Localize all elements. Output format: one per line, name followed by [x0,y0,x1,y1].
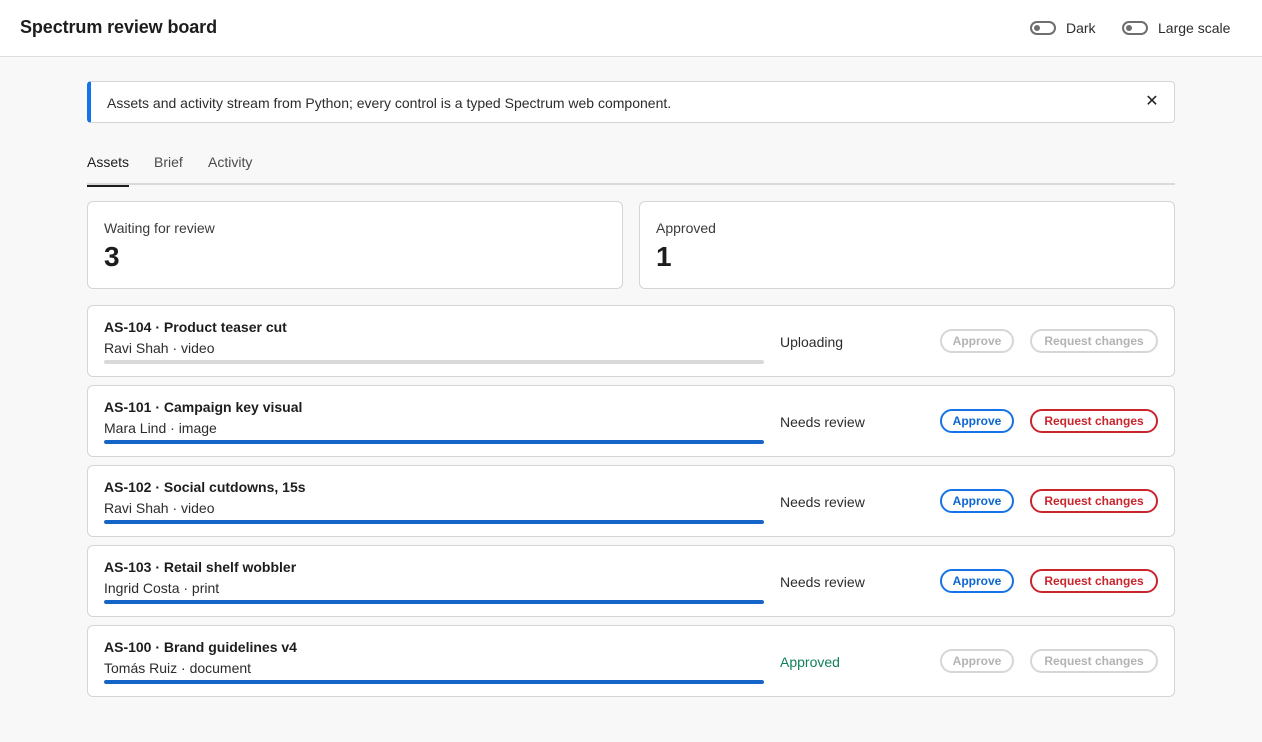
asset-row: AS-100 · Brand guidelines v4 Tomás Ruiz … [87,625,1175,697]
asset-meta: Ingrid Costa · print [104,580,220,596]
progress-fill [104,600,764,604]
asset-title: AS-103 · Retail shelf wobbler [104,559,297,575]
close-icon[interactable]: ✕ [1142,91,1162,113]
asset-title: AS-101 · Campaign key visual [104,399,303,415]
tab-activity[interactable]: Activity [208,154,252,185]
approve-button[interactable]: Approve [940,409,1014,433]
stat-value: 1 [656,241,672,272]
progress-fill [104,520,764,524]
asset-meta: Ravi Shah · video [104,340,215,356]
asset-meta: Mara Lind · image [104,420,217,436]
stat-label: Approved [656,220,716,236]
switch-knob [1034,25,1040,31]
status-label: Approved [780,654,840,670]
tab-brief[interactable]: Brief [154,154,183,185]
switch-knob [1126,25,1132,31]
upload-progress-bar [104,360,764,364]
large-scale-switch[interactable]: Large scale [1122,18,1230,38]
request-changes-button[interactable]: Request changes [1030,489,1158,513]
status-label: Needs review [780,574,865,590]
tab-assets[interactable]: Assets [87,154,130,187]
asset-meta: Ravi Shah · video [104,500,215,516]
request-changes-button[interactable]: Request changes [1030,409,1158,433]
upload-progress-bar [104,520,764,524]
approve-button[interactable]: Approve [940,329,1014,353]
banner-message: Assets and activity stream from Python; … [107,95,672,111]
status-label: Uploading [780,334,844,350]
asset-row: AS-101 · Campaign key visual Mara Lind ·… [87,385,1175,457]
waiting-for-review-card: Waiting for review 3 [87,201,623,289]
top-bar: Spectrum review board Dark Large scale [0,0,1262,57]
asset-title: AS-100 · Brand guidelines v4 [104,639,297,655]
asset-row: AS-103 · Retail shelf wobbler Ingrid Cos… [87,545,1175,617]
dark-mode-switch[interactable]: Dark [1030,18,1096,38]
approve-button[interactable]: Approve [940,489,1014,513]
approve-button[interactable]: Approve [940,649,1014,673]
large-scale-label: Large scale [1158,20,1231,36]
switch-track[interactable] [1122,21,1148,35]
asset-meta: Tomás Ruiz · document [104,660,252,676]
status-label: Needs review [780,494,865,510]
request-changes-button[interactable]: Request changes [1030,329,1158,353]
upload-progress-bar [104,600,764,604]
request-changes-button[interactable]: Request changes [1030,649,1158,673]
info-banner: Assets and activity stream from Python; … [87,81,1175,123]
stat-value: 3 [104,241,120,272]
app-title: Spectrum review board [20,17,217,37]
switch-track[interactable] [1030,21,1056,35]
asset-title: AS-102 · Social cutdowns, 15s [104,479,306,495]
stat-label: Waiting for review [104,220,215,236]
approve-button[interactable]: Approve [940,569,1014,593]
approved-card: Approved 1 [639,201,1175,289]
asset-row: AS-102 · Social cutdowns, 15s Ravi Shah … [87,465,1175,537]
asset-row: AS-104 · Product teaser cut Ravi Shah · … [87,305,1175,377]
asset-title: AS-104 · Product teaser cut [104,319,287,335]
upload-progress-bar [104,680,764,684]
tab-list: Assets Brief Activity [87,152,1175,187]
progress-fill [104,440,764,444]
dark-mode-label: Dark [1066,20,1096,36]
status-label: Needs review [780,414,865,430]
progress-fill [104,680,764,684]
upload-progress-bar [104,440,764,444]
request-changes-button[interactable]: Request changes [1030,569,1158,593]
